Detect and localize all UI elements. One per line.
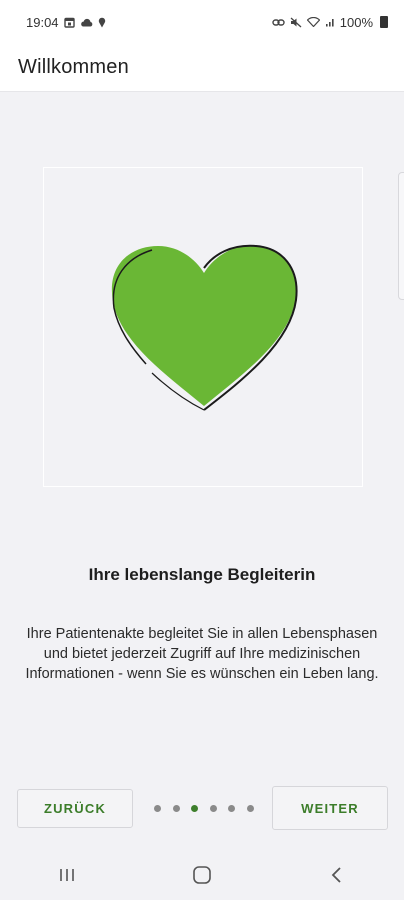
status-bar: 19:04 100% — [0, 0, 404, 44]
page-dot-active[interactable] — [191, 804, 199, 812]
next-button[interactable]: WEITER — [272, 786, 388, 830]
battery-icon — [380, 16, 388, 28]
signal-icon — [325, 17, 335, 27]
back-icon[interactable] — [307, 855, 367, 895]
page-indicator — [154, 804, 254, 812]
illustration-card — [43, 167, 363, 487]
page-dot[interactable] — [209, 804, 217, 812]
home-icon[interactable] — [172, 855, 232, 895]
status-right: 100% — [272, 15, 388, 30]
next-page-preview — [398, 172, 404, 300]
location-pin-icon — [98, 17, 106, 28]
app-bar: Willkommen — [0, 44, 404, 92]
page-dot[interactable] — [246, 804, 254, 812]
status-left: 19:04 — [26, 15, 106, 30]
page-dot[interactable] — [172, 804, 180, 812]
heart-icon — [111, 244, 298, 411]
onboarding-body: Ihre Patientenakte begleitet Sie in alle… — [25, 626, 379, 682]
cloud-icon — [80, 18, 93, 27]
page-dot[interactable] — [154, 804, 161, 812]
battery-percent: 100% — [339, 14, 373, 30]
page-dot[interactable] — [228, 804, 236, 812]
system-nav-bar — [0, 850, 404, 900]
onboarding-headline: Ihre lebenslange Begleiterin — [88, 565, 316, 584]
mute-icon — [290, 17, 302, 28]
back-button[interactable]: ZURÜCK — [17, 789, 133, 828]
wifi-icon — [306, 17, 320, 27]
calendar-icon — [63, 17, 75, 28]
recent-apps-icon[interactable] — [37, 855, 97, 895]
onboarding-content: Ihre lebenslange Begleiterin Ihre Patien… — [0, 92, 404, 850]
status-time: 19:04 — [26, 14, 59, 30]
link-icon — [272, 18, 285, 27]
page-title: Willkommen — [18, 56, 129, 78]
